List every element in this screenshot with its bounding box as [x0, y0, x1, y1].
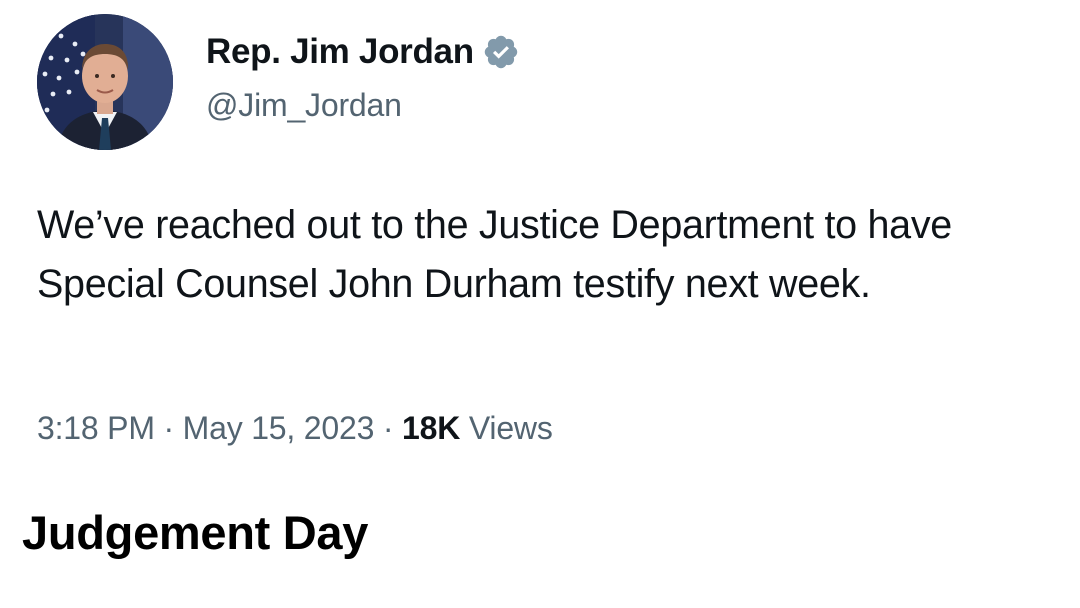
avatar-photo	[37, 14, 173, 150]
tweet-text: We’ve reached out to the Justice Departm…	[37, 203, 952, 306]
tweet-date[interactable]: May 15, 2023	[183, 410, 375, 446]
views-count[interactable]: 18K	[402, 410, 460, 446]
avatar[interactable]	[37, 14, 173, 150]
meta-separator: ·	[163, 410, 174, 446]
tweet-card: Rep. Jim Jordan @Jim_Jordan We’ve reache…	[0, 0, 1080, 608]
verified-badge-icon	[482, 33, 520, 71]
author-handle[interactable]: @Jim_Jordan	[206, 87, 402, 124]
author-display-name[interactable]: Rep. Jim Jordan	[206, 32, 474, 72]
tweet-meta: 3:18 PM · May 15, 2023 · 18K Views	[37, 410, 553, 447]
caption-text: Judgement Day	[22, 506, 369, 559]
tweet-time[interactable]: 3:18 PM	[37, 410, 155, 446]
author-name-row: Rep. Jim Jordan	[206, 30, 520, 74]
views-label: Views	[468, 410, 553, 446]
meta-separator: ·	[382, 410, 394, 446]
